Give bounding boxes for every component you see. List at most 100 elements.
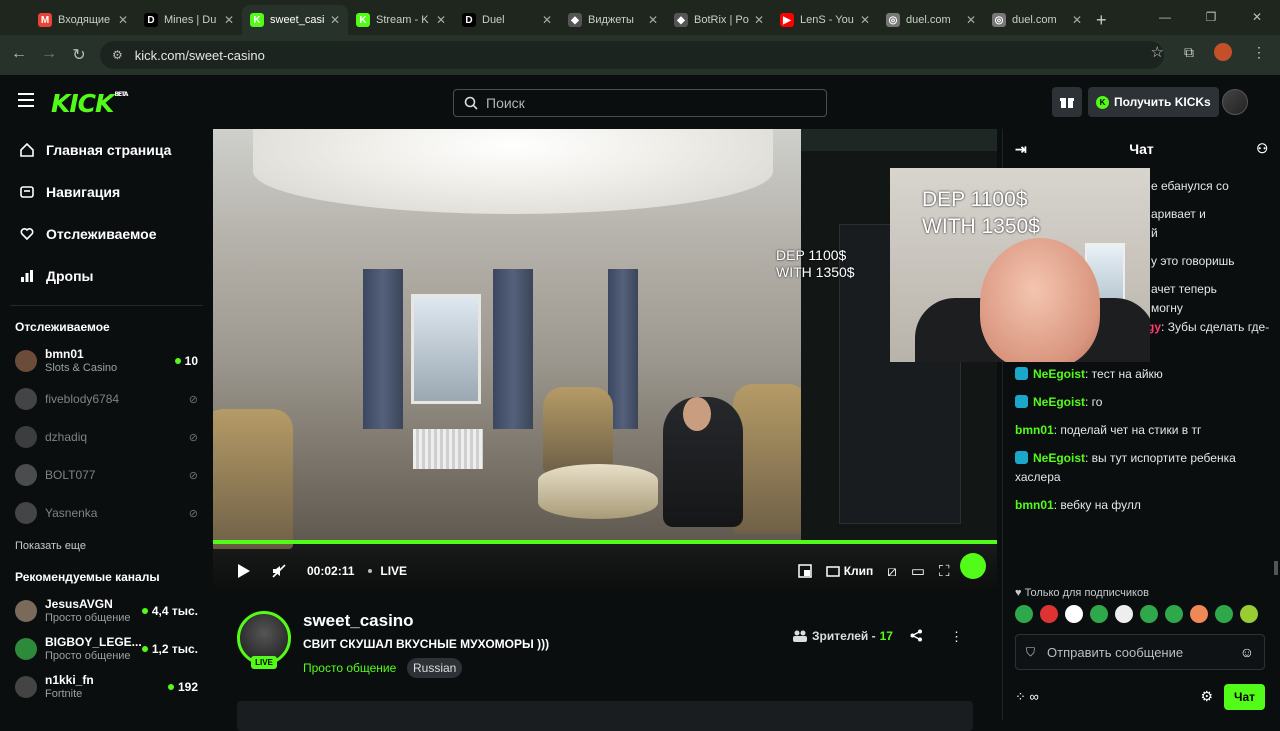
video-player[interactable]: DEP 1100$ WITH 1350$ 00:02:11 LIVE Клип … (213, 129, 997, 591)
sidebar-nav-item[interactable]: Главная страница (0, 129, 213, 171)
close-tab-icon[interactable]: ✕ (224, 13, 234, 27)
following-channel[interactable]: bmn01 Slots & Casino 10 (0, 342, 213, 380)
new-tab-button[interactable]: + (1096, 5, 1107, 35)
miniplayer-icon[interactable] (797, 559, 812, 583)
fullscreen-icon[interactable]: ⛶ (939, 559, 950, 583)
emote-bar (1015, 605, 1258, 623)
show-more-link[interactable]: Показать еще (0, 532, 213, 566)
emoji-picker-icon[interactable]: ☺ (1240, 644, 1254, 660)
mute-icon[interactable] (271, 559, 287, 583)
close-tab-icon[interactable]: ✕ (860, 13, 870, 27)
close-tab-icon[interactable]: ✕ (330, 13, 340, 27)
progress-bar[interactable] (213, 540, 997, 544)
profile-avatar[interactable] (1214, 43, 1232, 61)
browser-tab[interactable]: ◆ Виджеты ✕ (560, 5, 666, 35)
chat-message-input[interactable] (1047, 644, 1240, 660)
chat-scrollbar[interactable] (1274, 561, 1278, 575)
url-field[interactable]: ⚙ kick.com/sweet-casino (100, 41, 1164, 69)
recommended-channel[interactable]: JesusAVGN Просто общение 4,4 тыс. (0, 592, 213, 630)
emote-icon[interactable] (1140, 605, 1158, 623)
close-tab-icon[interactable]: ✕ (754, 13, 764, 27)
recommended-channel[interactable]: n1kki_fn Fortnite 192 (0, 668, 213, 706)
category-link[interactable]: Просто общение (303, 661, 396, 675)
browser-tab-bar: M Входящие ✕ D Mines | Du ✕ Ksweet_casi ✕ K Strea… (0, 0, 1280, 35)
bookmark-star-icon[interactable]: ☆ (1151, 43, 1164, 61)
nav-label: Дропы (46, 268, 94, 284)
browser-tab[interactable]: K Stream - K ✕ (348, 5, 454, 35)
chat-settings-icon[interactable]: ⚙ (1200, 688, 1213, 705)
browser-tab[interactable]: ◆ BotRix | Po ✕ (666, 5, 772, 35)
close-tab-icon[interactable]: ✕ (966, 13, 976, 27)
forward-button[interactable]: → (34, 45, 64, 65)
chat-input-box[interactable]: ⛉ ☺ (1015, 634, 1265, 670)
browser-tab[interactable]: D Duel ✕ (454, 5, 560, 35)
search-input[interactable] (486, 95, 786, 111)
chat-username[interactable]: bmn01 (1015, 423, 1054, 437)
emote-icon[interactable] (1015, 605, 1033, 623)
emote-icon[interactable] (1090, 605, 1108, 623)
browser-tab[interactable]: ▶ LenS - You ✕ (772, 5, 878, 35)
browser-tab[interactable]: Ksweet_casi ✕ (242, 5, 348, 35)
chat-hide-icon[interactable]: ⧄ (887, 559, 897, 583)
close-tab-icon[interactable]: ✕ (1072, 13, 1082, 27)
theater-mode-icon[interactable]: ▭ (911, 559, 925, 583)
emote-icon[interactable] (1190, 605, 1208, 623)
emote-icon[interactable] (1115, 605, 1133, 623)
gifts-button[interactable] (1052, 87, 1082, 117)
minimize-button[interactable]: ― (1142, 0, 1188, 34)
share-icon[interactable] (910, 629, 923, 645)
emote-icon[interactable] (1065, 605, 1083, 623)
chat-username[interactable]: NeEgoist (1033, 367, 1085, 381)
browser-menu-icon[interactable]: ⋮ (1252, 44, 1266, 61)
user-avatar[interactable] (1222, 89, 1248, 115)
maximize-button[interactable]: ❐ (1188, 0, 1234, 34)
emote-icon[interactable] (1040, 605, 1058, 623)
chat-username[interactable]: NeEgoist (1033, 395, 1085, 409)
browser-tab[interactable]: ◎ duel.com ✕ (878, 5, 984, 35)
close-tab-icon[interactable]: ✕ (436, 13, 446, 27)
hamburger-menu-icon[interactable] (18, 93, 34, 107)
back-button[interactable]: ← (4, 45, 34, 65)
close-tab-icon[interactable]: ✕ (542, 13, 552, 27)
sidebar-nav-item[interactable]: Дропы (0, 255, 213, 297)
sidebar-nav-item[interactable]: Отслеживаемое (0, 213, 213, 255)
extensions-icon[interactable]: ⧉ (1184, 44, 1194, 61)
clip-button[interactable]: Клип (825, 564, 873, 578)
play-icon[interactable] (237, 559, 251, 583)
address-bar: ← → ↻ ⚙ kick.com/sweet-casino ☆ ⧉ ⋮ (0, 35, 1280, 75)
search-box[interactable] (453, 89, 827, 117)
send-chat-button[interactable]: Чат (1224, 684, 1265, 710)
get-kicks-button[interactable]: K Получить KICKs (1088, 87, 1219, 117)
close-tab-icon[interactable]: ✕ (118, 13, 128, 27)
more-options-icon[interactable]: ⋮ (950, 629, 963, 645)
close-tab-icon[interactable]: ✕ (648, 13, 658, 27)
kick-logo[interactable]: KICK BETA (51, 89, 128, 118)
chat-username[interactable]: NeEgoist (1033, 451, 1085, 465)
collapse-chat-icon[interactable]: ⇥ (1015, 141, 1027, 158)
chat-username[interactable]: bmn01 (1015, 498, 1054, 512)
reload-button[interactable]: ↻ (64, 45, 94, 65)
channel-name[interactable]: sweet_casino (303, 611, 414, 631)
kick-bubble-icon[interactable] (960, 553, 986, 579)
following-channel[interactable]: fiveblody6784 ⊘ (0, 380, 213, 418)
kicks-icon[interactable]: ⁘ ∞ (1015, 689, 1039, 705)
emote-icon[interactable] (1240, 605, 1258, 623)
close-window-button[interactable]: ✕ (1234, 0, 1280, 34)
following-channel[interactable]: dzhadiq ⊘ (0, 418, 213, 456)
following-channel[interactable]: Yasnenka ⊘ (0, 494, 213, 532)
offline-icon: ⊘ (188, 469, 198, 482)
browser-tab[interactable]: M Входящие ✕ (30, 5, 136, 35)
chat-message: NeEgoist: тест на айкю (1013, 365, 1271, 384)
emote-icon[interactable] (1165, 605, 1183, 623)
browser-tab[interactable]: ◎ duel.com ✕ (984, 5, 1090, 35)
site-info-icon[interactable]: ⚙ (112, 48, 123, 62)
recommended-channel[interactable]: BIGBOY_LEGE... Просто общение 1,2 тыс. (0, 630, 213, 668)
following-channel[interactable]: BOLT077 ⊘ (0, 456, 213, 494)
url-text: kick.com/sweet-casino (134, 47, 265, 63)
browser-tab[interactable]: D Mines | Du ✕ (136, 5, 242, 35)
emote-icon[interactable] (1215, 605, 1233, 623)
sidebar-nav-item[interactable]: Навигация (0, 171, 213, 213)
channel-name: fiveblody6784 (45, 392, 120, 406)
language-tag[interactable]: Russian (407, 658, 463, 678)
chat-users-icon[interactable]: ⚇ (1256, 141, 1268, 157)
